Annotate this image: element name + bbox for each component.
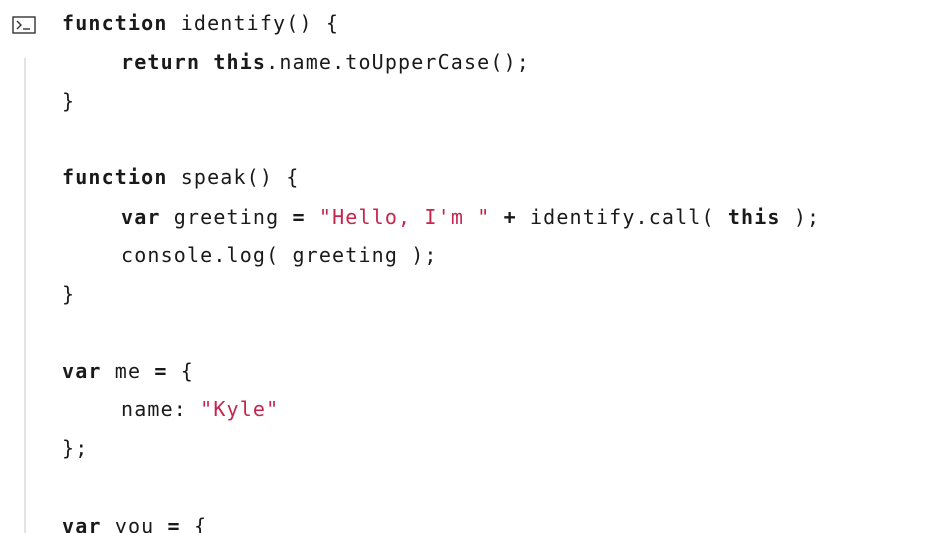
code-gutter-bar bbox=[24, 58, 26, 533]
keyword: var bbox=[121, 205, 161, 229]
code-line-10: var me = { bbox=[62, 359, 194, 383]
code-text: me bbox=[101, 359, 155, 383]
code-block: function identify() { return this.name.t… bbox=[0, 0, 929, 533]
keyword: var bbox=[62, 359, 102, 383]
keyword: this bbox=[213, 50, 267, 74]
code-line-11: name: "Kyle" bbox=[121, 397, 279, 421]
code-line-5: function speak() { bbox=[62, 165, 299, 189]
code-line-7: console.log( greeting ); bbox=[121, 243, 438, 267]
keyword: function bbox=[62, 165, 168, 189]
code-text: { bbox=[180, 514, 208, 533]
string-literal: "Hello, I'm " bbox=[318, 205, 491, 229]
code-text: greeting bbox=[160, 205, 293, 229]
code-text: } bbox=[62, 282, 76, 306]
code-line-14: var you = { bbox=[62, 514, 207, 533]
code-text: console.log( greeting ); bbox=[121, 243, 438, 267]
string-literal: "Kyle" bbox=[200, 397, 280, 421]
code-text: { bbox=[167, 359, 194, 383]
code-line-12: }; bbox=[62, 436, 88, 460]
code-text: }; bbox=[62, 436, 89, 460]
code-text: identify() { bbox=[167, 11, 340, 35]
code-text: speak() { bbox=[167, 165, 300, 189]
code-text: } bbox=[62, 89, 76, 113]
operator: + bbox=[503, 205, 517, 229]
code-text: name: bbox=[121, 397, 201, 421]
code-text: .name.toUpperCase(); bbox=[266, 50, 530, 74]
keyword: return bbox=[121, 50, 201, 74]
code-line-1: function identify() { bbox=[62, 11, 339, 35]
keyword: function bbox=[62, 11, 168, 35]
code-line-3: } bbox=[62, 89, 75, 113]
code-line-8: } bbox=[62, 282, 75, 306]
code-text: ); bbox=[780, 205, 821, 229]
code-text: identify.call( bbox=[516, 205, 728, 229]
operator: = bbox=[154, 359, 168, 383]
code-text: you bbox=[101, 514, 168, 533]
terminal-icon[interactable] bbox=[12, 16, 36, 34]
keyword: this bbox=[727, 205, 781, 229]
keyword: var bbox=[62, 514, 102, 533]
code-line-2: return this.name.toUpperCase(); bbox=[121, 50, 530, 74]
code-line-6: var greeting = "Hello, I'm " + identify.… bbox=[121, 205, 820, 229]
operator: = bbox=[167, 514, 181, 533]
operator: = bbox=[292, 205, 306, 229]
